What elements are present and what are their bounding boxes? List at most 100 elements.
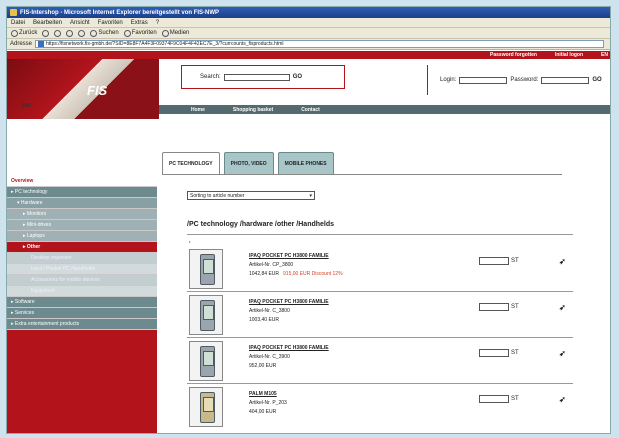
refresh-button[interactable] (66, 29, 74, 37)
stop-icon (54, 29, 62, 37)
search-box: Search: GO (181, 65, 345, 89)
product-name[interactable]: IPAQ POCKET PC H3800 FAMILIE (249, 299, 329, 305)
unit-label: ST (511, 258, 519, 264)
sidebar-item-accessories[interactable]: Accessories for mobile devices (7, 275, 157, 286)
logo-sub: SAP (21, 103, 32, 109)
menu-view[interactable]: Ansicht (70, 20, 90, 26)
product-name[interactable]: IPAQ POCKET PC H3800 FAMILIE (249, 345, 329, 351)
tab-divider (162, 174, 562, 175)
menu-file[interactable]: Datei (11, 20, 25, 26)
address-input[interactable]: https://fisnetwork.fis-gmbh.de/?SID=8E8F… (35, 40, 604, 48)
quantity-input[interactable] (479, 395, 509, 403)
address-label: Adresse (10, 41, 33, 47)
unit-label: ST (511, 304, 519, 310)
quantity-group: ST (479, 303, 519, 311)
menu-tools[interactable]: Extras (131, 20, 148, 26)
sidebar-item-equipment[interactable]: Equipment (7, 286, 157, 297)
web-page: Password forgotten Initial logon EN FIS … (7, 51, 610, 433)
row-divider (187, 383, 573, 384)
product-image[interactable] (189, 341, 223, 381)
product-info: IPAQ POCKET PC H3800 FAMILIE Artikel-Nr.… (249, 299, 329, 323)
tab-pc-technology[interactable]: PC TECHNOLOGY (162, 152, 220, 174)
password-forgotten-link[interactable]: Password forgotten (490, 52, 537, 58)
nav-contact[interactable]: Contact (301, 107, 320, 113)
initial-logon-link[interactable]: Initial logon (555, 52, 583, 58)
sidebar-item-overview[interactable]: Overview (7, 176, 157, 187)
sidebar-item-desktop-organizer[interactable]: Desktop organizer (7, 253, 157, 264)
unit-label: ST (511, 396, 519, 402)
add-to-cart-icon[interactable]: ➶ (559, 395, 566, 404)
sort-select[interactable]: Sorting to article number ▾ (187, 191, 315, 200)
product-row: IPAQ POCKET PC H3800 FAMILIE Artikel-Nr.… (187, 247, 577, 291)
menu-help[interactable]: ? (156, 20, 159, 26)
home-button[interactable] (78, 29, 86, 37)
sidebar-item-hardware[interactable]: ▾ Hardware (7, 198, 157, 209)
product-article: Artikel-Nr. C_3900 (249, 354, 290, 360)
add-to-cart-icon[interactable]: ➶ (559, 349, 566, 358)
tab-photo-video[interactable]: PHOTO, VIDEO (223, 152, 274, 174)
login-label: Login: (440, 77, 457, 83)
page-icon (38, 41, 45, 47)
pda-icon (200, 254, 215, 285)
quantity-group: ST (479, 349, 519, 357)
sidebar-item-pc-technology[interactable]: ▸ PC technology (7, 187, 157, 198)
tab-mobile-phones[interactable]: MOBILE PHONES (277, 152, 334, 174)
title-divider (187, 234, 573, 235)
search-go-button[interactable]: GO (293, 74, 302, 80)
product-image[interactable] (189, 295, 223, 335)
add-to-cart-icon[interactable]: ➶ (559, 303, 566, 312)
sidebar-item-mini-drives[interactable]: ▸ Mini-drives (7, 220, 157, 231)
nav-home[interactable]: Home (191, 107, 205, 113)
back-arrow-icon (11, 29, 18, 37)
password-input[interactable] (541, 76, 590, 84)
product-image[interactable] (189, 249, 223, 289)
media-icon (161, 29, 169, 37)
language-link[interactable]: EN (601, 52, 608, 58)
sidebar-item-monitors[interactable]: ▸ Monitors (7, 209, 157, 220)
product-discount: 915,00 EUR Discount 12% (283, 271, 343, 277)
ie-icon (10, 9, 17, 16)
search-button[interactable]: Suchen (90, 29, 119, 37)
login-input[interactable] (459, 76, 508, 84)
title-bar: FIS-Intershop - Microsoft Internet Explo… (7, 7, 610, 18)
sidebar-item-handhelds[interactable]: Input / Pocket PC Handhelds (7, 264, 157, 275)
forward-button[interactable] (42, 29, 50, 37)
fis-logo: FIS (87, 83, 108, 98)
menu-edit[interactable]: Bearbeiten (33, 20, 62, 26)
sidebar-item-services[interactable]: ▸ Services (7, 308, 157, 319)
product-info: PALM M105 Artikel-Nr. P_203 404,00 EUR (249, 391, 287, 415)
product-price: 952,00 EUR (249, 363, 277, 369)
sort-value: Sorting to article number (190, 192, 245, 199)
login-go-button[interactable]: GO (592, 77, 601, 83)
product-article: Artikel-Nr. C_3800 (249, 308, 290, 314)
logo-banner: FIS SAP (7, 59, 159, 119)
sidebar-item-software[interactable]: ▸ Software (7, 297, 157, 308)
row-divider (187, 337, 573, 338)
sidebar-item-laptops[interactable]: ▸ Laptops (7, 231, 157, 242)
search-input[interactable] (223, 73, 290, 81)
product-info: IPAQ POCKET PC H3800 FAMILIE Artikel-Nr.… (249, 345, 329, 369)
menu-favorites[interactable]: Favoriten (98, 20, 123, 26)
marker: ¹ (189, 240, 191, 246)
sidebar-item-other[interactable]: ▸ Other (7, 242, 157, 253)
product-image[interactable] (189, 387, 223, 427)
quantity-input[interactable] (479, 349, 509, 357)
sidebar-item-entertainment[interactable]: ▸ Extra entertainment products (7, 319, 157, 330)
stop-button[interactable] (54, 29, 62, 37)
favorites-button[interactable]: Favoriten (123, 29, 157, 37)
quantity-input[interactable] (479, 257, 509, 265)
chevron-down-icon: ▾ (309, 192, 312, 199)
quantity-input[interactable] (479, 303, 509, 311)
home-icon (78, 29, 86, 37)
back-button[interactable]: Zurück (11, 29, 37, 37)
media-button[interactable]: Medien (161, 29, 189, 37)
product-name[interactable]: IPAQ POCKET PC H3800 FAMILIE (249, 253, 343, 259)
search-icon (90, 29, 98, 37)
add-to-cart-icon[interactable]: ➶ (559, 257, 566, 266)
nav-shopping-basket[interactable]: Shopping basket (233, 107, 273, 113)
product-name[interactable]: PALM M105 (249, 391, 287, 397)
product-price: 1042,84 EUR 915,00 EUR Discount 12% (249, 271, 343, 277)
quantity-group: ST (479, 395, 519, 403)
star-icon (123, 29, 131, 37)
product-price: 1003,40 EUR (249, 317, 280, 323)
